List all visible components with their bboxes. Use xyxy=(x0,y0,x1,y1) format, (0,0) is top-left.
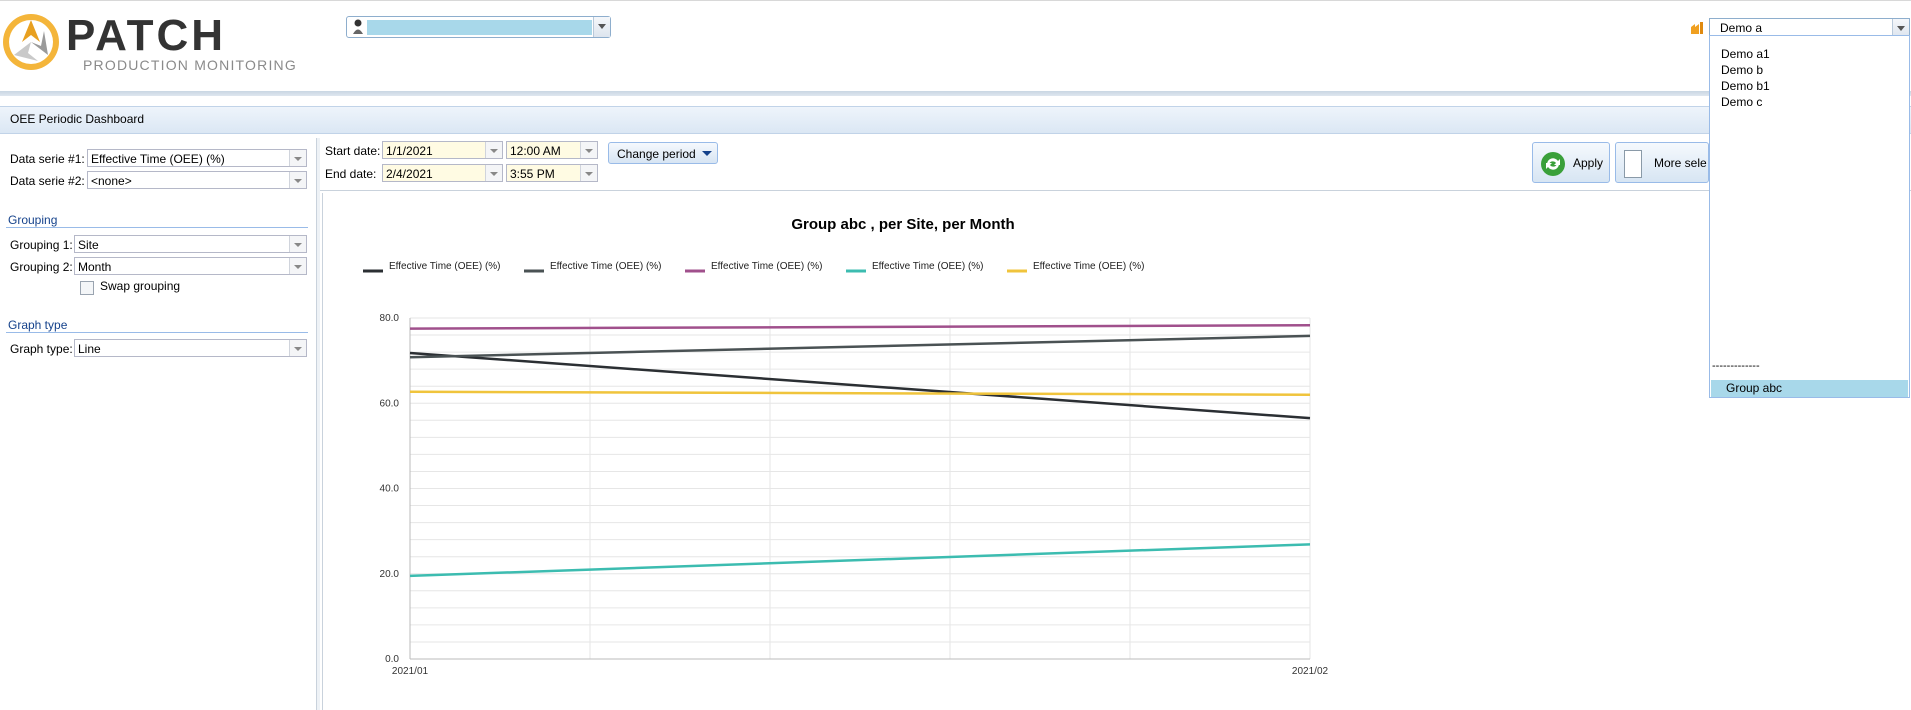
chevron-down-icon[interactable] xyxy=(580,142,597,158)
end-date-value: 2/4/2021 xyxy=(386,167,433,181)
logo-title: PATCH xyxy=(66,11,227,60)
panel-splitter[interactable] xyxy=(317,138,320,710)
notebook-icon xyxy=(1624,150,1642,178)
y-tick-label: 20.0 xyxy=(380,569,400,580)
period-toolbar: Start date: 1/1/2021 12:00 AM End date: … xyxy=(320,138,1911,191)
change-period-label: Change period xyxy=(617,147,696,161)
page-title: OEE Periodic Dashboard xyxy=(10,112,145,126)
site-dropdown-list: Demo a1 Demo b Demo b1 Demo c ----------… xyxy=(1709,35,1910,398)
graph-type-section-title: Graph type xyxy=(8,318,68,332)
swap-grouping-checkbox[interactable] xyxy=(80,281,94,295)
logo-icon xyxy=(0,11,62,73)
grouping-2-label: Grouping 2: xyxy=(10,260,73,274)
grouping-divider xyxy=(6,227,308,228)
start-date-label: Start date: xyxy=(325,144,381,158)
chevron-down-icon[interactable] xyxy=(580,165,597,181)
legend-label: Effective Time (OEE) (%) xyxy=(872,261,984,272)
more-selections-label: More sele xyxy=(1654,156,1707,170)
chart-legend: Effective Time (OEE) (%) Effective Time (… xyxy=(363,261,1145,273)
app-header: PATCH PRODUCTION MONITORING Demo a xyxy=(0,0,1911,97)
data-serie-1-select[interactable]: Effective Time (OEE) (%) xyxy=(87,149,307,167)
dropdown-item-selected[interactable]: Group abc xyxy=(1711,380,1908,397)
chevron-down-icon[interactable] xyxy=(289,150,306,166)
start-date-value: 1/1/2021 xyxy=(386,144,433,158)
dropdown-item[interactable]: Demo b1 xyxy=(1710,78,1909,94)
grouping-2-value: Month xyxy=(78,260,112,274)
end-date-field[interactable]: 2/4/2021 xyxy=(382,164,503,182)
start-date-field[interactable]: 1/1/2021 xyxy=(382,141,503,159)
graph-type-value: Line xyxy=(78,342,101,356)
user-icon xyxy=(352,19,364,35)
end-time-value: 3:55 PM xyxy=(510,167,555,181)
dropdown-item[interactable]: Demo a1 xyxy=(1710,46,1909,62)
grouping-1-value: Site xyxy=(78,238,99,252)
factory-icon xyxy=(1690,21,1704,35)
data-serie-1-value: Effective Time (OEE) (%) xyxy=(91,152,225,166)
site-selector-value: Demo a xyxy=(1720,21,1763,35)
grouping-1-select[interactable]: Site xyxy=(74,235,307,253)
end-date-label: End date: xyxy=(325,167,377,181)
data-serie-2-select[interactable]: <none> xyxy=(87,171,307,189)
y-tick-label: 80.0 xyxy=(380,313,400,324)
chart-panel: Group abc , per Site, per Month Effectiv… xyxy=(322,193,1911,710)
dropdown-item-selected-label: Group abc xyxy=(1726,381,1783,395)
data-serie-1-label: Data serie #1: xyxy=(10,152,85,166)
chevron-down-icon[interactable] xyxy=(289,172,306,188)
end-time-field[interactable]: 3:55 PM xyxy=(506,164,598,182)
chart-grid xyxy=(409,317,1311,660)
grouping-1-label: Grouping 1: xyxy=(10,238,73,252)
dropdown-item[interactable]: Demo b xyxy=(1710,62,1909,78)
grouping-2-select[interactable]: Month xyxy=(74,257,307,275)
graph-type-divider xyxy=(6,332,308,333)
x-tick-label: 2021/01 xyxy=(392,666,429,677)
legend-label: Effective Time (OEE) (%) xyxy=(1033,261,1145,272)
header-divider xyxy=(0,91,1911,96)
user-selector-value xyxy=(367,20,592,35)
y-tick-label: 0.0 xyxy=(385,654,399,665)
chevron-down-icon[interactable] xyxy=(485,165,502,181)
y-tick-label: 60.0 xyxy=(380,398,400,409)
chevron-down-icon[interactable] xyxy=(485,142,502,158)
change-period-button[interactable]: Change period xyxy=(608,142,718,164)
grouping-section-title: Grouping xyxy=(8,213,58,227)
dropdown-separator: ------------- xyxy=(1712,360,1760,372)
graph-type-label: Graph type: xyxy=(10,342,73,356)
apply-button[interactable]: Apply xyxy=(1532,142,1610,183)
left-panel: Data serie #1: Effective Time (OEE) (%) … xyxy=(0,138,317,710)
chevron-down-icon[interactable] xyxy=(289,258,306,274)
legend-label: Effective Time (OEE) (%) xyxy=(389,261,501,272)
apply-label: Apply xyxy=(1573,156,1604,170)
start-time-value: 12:00 AM xyxy=(510,144,561,158)
chevron-down-icon[interactable] xyxy=(593,17,610,37)
more-selections-button[interactable]: More sele xyxy=(1615,142,1709,183)
legend-label: Effective Time (OEE) (%) xyxy=(711,261,823,272)
graph-type-select[interactable]: Line xyxy=(74,339,307,357)
data-serie-2-value: <none> xyxy=(91,174,132,188)
start-time-field[interactable]: 12:00 AM xyxy=(506,141,598,159)
data-serie-2-label: Data serie #2: xyxy=(10,174,85,188)
legend-label: Effective Time (OEE) (%) xyxy=(550,261,662,272)
user-selector[interactable] xyxy=(346,16,611,38)
line-chart: Group abc , per Site, per Month Effectiv… xyxy=(363,216,1329,677)
x-tick-label: 2021/02 xyxy=(1292,666,1329,677)
chevron-down-icon xyxy=(702,151,712,156)
refresh-icon xyxy=(1540,151,1566,177)
chart-title: Group abc , per Site, per Month xyxy=(791,216,1014,233)
y-tick-label: 40.0 xyxy=(380,484,400,495)
dropdown-item[interactable]: Demo c xyxy=(1710,94,1909,110)
chevron-down-icon[interactable] xyxy=(289,340,306,356)
logo-subtitle: PRODUCTION MONITORING xyxy=(83,57,297,73)
chevron-down-icon[interactable] xyxy=(289,236,306,252)
swap-grouping-label: Swap grouping xyxy=(100,279,181,293)
dashboard-title-bar: OEE Periodic Dashboard xyxy=(0,106,1911,134)
